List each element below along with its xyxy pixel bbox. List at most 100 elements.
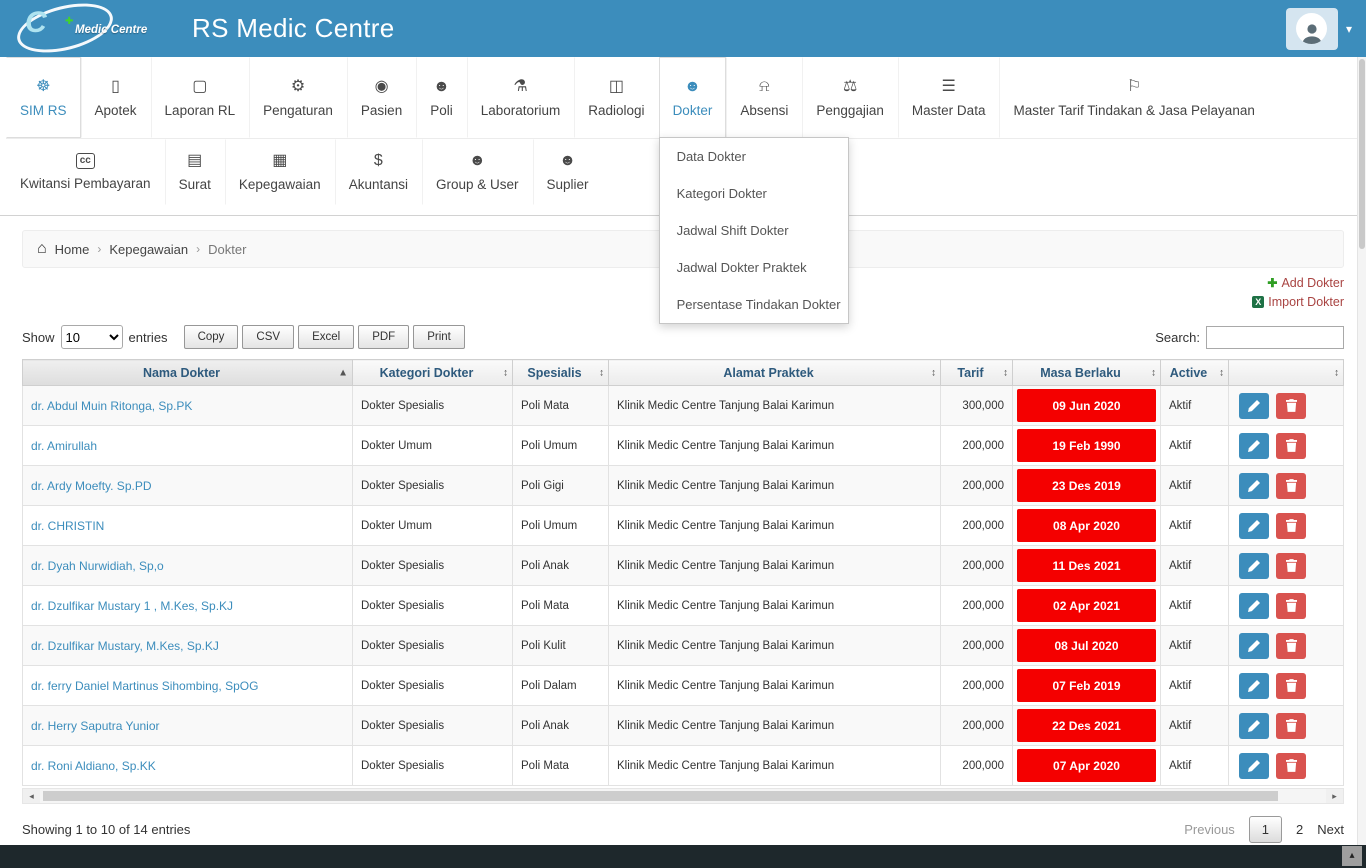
- pencil-icon: [1248, 639, 1260, 652]
- doctor-name-link[interactable]: dr. Dzulfikar Mustary 1 , M.Kes, Sp.KJ: [31, 599, 233, 613]
- menu-item-kategori-dokter[interactable]: Kategori Dokter: [660, 175, 848, 212]
- tab-suplier[interactable]: ☻ Suplier: [532, 139, 603, 205]
- masa-berlaku-cell: 07 Feb 2019: [1012, 665, 1161, 706]
- address-cell: Klinik Medic Centre Tanjung Balai Karimu…: [608, 625, 941, 666]
- scroll-right-icon[interactable]: ▸: [1326, 789, 1343, 803]
- breadcrumb-kepegawaian[interactable]: Kepegawaian: [109, 242, 188, 257]
- delete-button[interactable]: [1276, 432, 1306, 459]
- column-header-tarif[interactable]: Tarif ↕: [940, 359, 1013, 386]
- tab-poli[interactable]: ☻ Poli: [416, 57, 467, 138]
- edit-button[interactable]: [1239, 752, 1269, 779]
- entries-select[interactable]: 10: [60, 325, 123, 349]
- top-header: C ✚ Medic Centre RS Medic Centre ▾: [0, 0, 1366, 62]
- delete-button[interactable]: [1276, 632, 1306, 659]
- column-header-masa-berlaku[interactable]: Masa Berlaku ↕: [1012, 359, 1161, 386]
- doctor-name-link[interactable]: dr. Dzulfikar Mustary, M.Kes, Sp.KJ: [31, 639, 219, 653]
- user-menu[interactable]: ▾: [1285, 7, 1352, 50]
- edit-button[interactable]: [1239, 672, 1269, 699]
- tab-apotek[interactable]: ▯ Apotek: [80, 57, 151, 138]
- column-header-kategori-dokter[interactable]: Kategori Dokter ↕: [352, 359, 513, 386]
- tab-pengaturan[interactable]: ⚙ Pengaturan: [249, 57, 347, 138]
- tab-group-user[interactable]: ☻ Group & User: [421, 139, 533, 205]
- pasien-icon: ◉: [374, 77, 389, 95]
- specialist-cell: Poli Umum: [512, 425, 609, 466]
- edit-button[interactable]: [1239, 552, 1269, 579]
- scroll-left-icon[interactable]: ◂: [23, 789, 40, 803]
- back-to-top-button[interactable]: ▴: [1342, 846, 1362, 866]
- pdf-button[interactable]: PDF: [358, 325, 410, 349]
- delete-button[interactable]: [1276, 672, 1306, 699]
- column-header-alamat-praktek[interactable]: Alamat Praktek ↕: [608, 359, 941, 386]
- csv-button[interactable]: CSV: [242, 325, 295, 349]
- pagination-previous[interactable]: Previous: [1184, 822, 1235, 837]
- tab-pasien[interactable]: ◉ Pasien: [346, 57, 416, 138]
- tab-laboratorium[interactable]: ⚗ Laboratorium: [466, 57, 575, 138]
- doctor-name-link[interactable]: dr. Dyah Nurwidiah, Sp,o: [31, 559, 164, 573]
- apotek-icon: ▯: [111, 77, 120, 95]
- tab-radiologi[interactable]: ◫ Radiologi: [574, 57, 658, 138]
- tab-kwitansi-pembayaran[interactable]: cc Kwitansi Pembayaran: [6, 139, 165, 205]
- delete-button[interactable]: [1276, 552, 1306, 579]
- edit-button[interactable]: [1239, 392, 1269, 419]
- menu-item-persentase-tindakan-dokter[interactable]: Persentase Tindakan Dokter: [660, 286, 848, 323]
- tab-akuntansi[interactable]: $ Akuntansi: [334, 139, 422, 205]
- horizontal-scrollbar-track[interactable]: [40, 789, 1326, 803]
- delete-button[interactable]: [1276, 472, 1306, 499]
- tab-penggajian[interactable]: ⚖ Penggajian: [802, 57, 898, 138]
- breadcrumb-home[interactable]: Home: [55, 242, 90, 257]
- menu-item-data-dokter[interactable]: Data Dokter: [660, 138, 848, 175]
- delete-button[interactable]: [1276, 392, 1306, 419]
- edit-button[interactable]: [1239, 592, 1269, 619]
- pagination-page-1[interactable]: 1: [1248, 816, 1283, 843]
- horizontal-scrollbar-thumb[interactable]: [43, 791, 1278, 801]
- tab-surat[interactable]: ▤ Surat: [164, 139, 225, 205]
- vertical-scrollbar-thumb[interactable]: [1359, 59, 1365, 249]
- copy-button[interactable]: Copy: [183, 325, 239, 349]
- doctor-name-link[interactable]: dr. Abdul Muin Ritonga, Sp.PK: [31, 399, 192, 413]
- print-button[interactable]: Print: [413, 325, 465, 349]
- tab-master-data[interactable]: ☰ Master Data: [897, 57, 1000, 138]
- pagination-page-2[interactable]: 2: [1296, 822, 1303, 837]
- tab-master-tarif[interactable]: ⚐ Master Tarif Tindakan & Jasa Pelayanan: [999, 57, 1268, 138]
- vertical-scrollbar[interactable]: [1357, 57, 1366, 845]
- delete-button[interactable]: [1276, 752, 1306, 779]
- doctor-name-link[interactable]: dr. Ardy Moefty. Sp.PD: [31, 479, 152, 493]
- tarif-cell: 200,000: [940, 545, 1013, 586]
- edit-button[interactable]: [1239, 472, 1269, 499]
- column-header-active[interactable]: Active ↕: [1160, 359, 1229, 386]
- nav-row-1: ☸ SIM RS ▯ Apotek ▢ Laporan RL ⚙ Pengaturan ◉ Pas…: [6, 57, 1360, 324]
- pagination-next[interactable]: Next: [1317, 822, 1344, 837]
- tab-kepegawaian[interactable]: ▦ Kepegawaian: [224, 139, 335, 205]
- tab-laporan-rl[interactable]: ▢ Laporan RL: [150, 57, 250, 138]
- column-header-spesialis[interactable]: Spesialis ↕: [512, 359, 609, 386]
- menu-item-jadwal-shift-dokter[interactable]: Jadwal Shift Dokter: [660, 212, 848, 249]
- doctor-row: dr. CHRISTIN Dokter Umum Poli Umum Klinik M…: [22, 505, 1344, 546]
- menu-item-jadwal-dokter-praktek[interactable]: Jadwal Dokter Praktek: [660, 249, 848, 286]
- row-actions: [1239, 512, 1335, 539]
- doctor-name-link[interactable]: dr. Amirullah: [31, 439, 97, 453]
- search-input[interactable]: [1206, 325, 1344, 349]
- excel-button[interactable]: Excel: [298, 325, 355, 349]
- delete-button[interactable]: [1276, 592, 1306, 619]
- edit-button[interactable]: [1239, 712, 1269, 739]
- tab-sim-rs[interactable]: ☸ SIM RS: [6, 57, 81, 138]
- edit-button[interactable]: [1239, 512, 1269, 539]
- doctor-name-link[interactable]: dr. Roni Aldiano, Sp.KK: [31, 759, 156, 773]
- hospital-logo[interactable]: C ✚ Medic Centre: [8, 0, 180, 62]
- column-header-actions[interactable]: ↕: [1228, 359, 1344, 386]
- delete-button[interactable]: [1276, 712, 1306, 739]
- edit-button[interactable]: [1239, 432, 1269, 459]
- active-status-cell: Aktif: [1160, 585, 1229, 626]
- delete-button[interactable]: [1276, 512, 1306, 539]
- logo-text: Medic Centre: [75, 24, 148, 36]
- doctor-name-link[interactable]: dr. ferry Daniel Martinus Sihombing, SpO…: [31, 679, 258, 693]
- column-header-nama-dokter[interactable]: Nama Dokter ▲: [22, 359, 353, 386]
- add-dokter-button[interactable]: ✚ Add Dokter: [1267, 276, 1344, 290]
- tab-absensi[interactable]: ⍾ Absensi: [726, 57, 802, 138]
- edit-button[interactable]: [1239, 632, 1269, 659]
- tab-dokter[interactable]: ☻ Dokter Data Dokter Kategori Dokter Jadw…: [658, 57, 849, 324]
- import-dokter-button[interactable]: X Import Dokter: [1252, 295, 1344, 309]
- horizontal-scrollbar[interactable]: ◂ ▸: [22, 788, 1344, 804]
- doctor-name-link[interactable]: dr. CHRISTIN: [31, 519, 104, 533]
- doctor-name-link[interactable]: dr. Herry Saputra Yunior: [31, 719, 160, 733]
